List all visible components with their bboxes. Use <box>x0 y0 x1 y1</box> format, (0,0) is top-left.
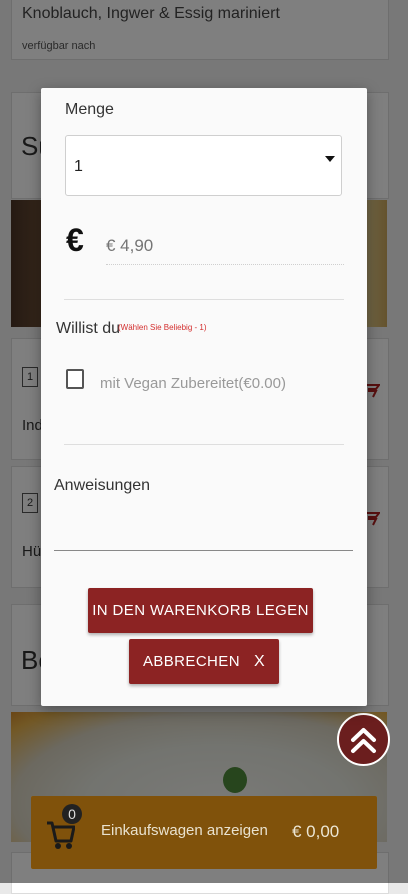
divider <box>64 444 344 445</box>
instructions-input[interactable] <box>54 514 353 551</box>
cart-total: € 0,00 <box>292 822 340 841</box>
cart-count-badge: 0 <box>62 804 82 824</box>
add-to-cart-button[interactable]: IN DEN WARENKORB LEGEN <box>88 588 313 633</box>
double-chevron-up-icon <box>351 728 376 753</box>
euro-icon: € <box>66 222 84 258</box>
vegan-checkbox[interactable] <box>66 369 84 389</box>
divider <box>64 299 344 300</box>
view-cart-label: Einkaufswagen anzeigen <box>101 822 268 839</box>
cancel-button[interactable]: ABBRECHEN X <box>129 639 279 684</box>
add-item-dialog: Menge 1 € Willist du (Wählen Sie Beliebi… <box>41 88 367 706</box>
dropdown-arrow-icon <box>325 156 335 162</box>
close-icon: X <box>253 653 266 670</box>
quantity-select[interactable]: 1 <box>65 135 342 196</box>
cancel-button-label: ABBRECHEN <box>142 653 240 670</box>
price-field[interactable] <box>106 228 344 265</box>
vegan-option-label[interactable]: mit Vegan Zubereitet(€0.00) <box>100 375 286 392</box>
quantity-label: Menge <box>65 101 114 118</box>
scroll-to-top-button[interactable] <box>337 713 390 766</box>
options-label: Willist du <box>56 320 121 337</box>
instructions-label: Anweisungen <box>54 477 151 494</box>
quantity-value: 1 <box>74 158 83 175</box>
options-hint: (Wählen Sie Beliebig - 1) <box>118 323 207 332</box>
